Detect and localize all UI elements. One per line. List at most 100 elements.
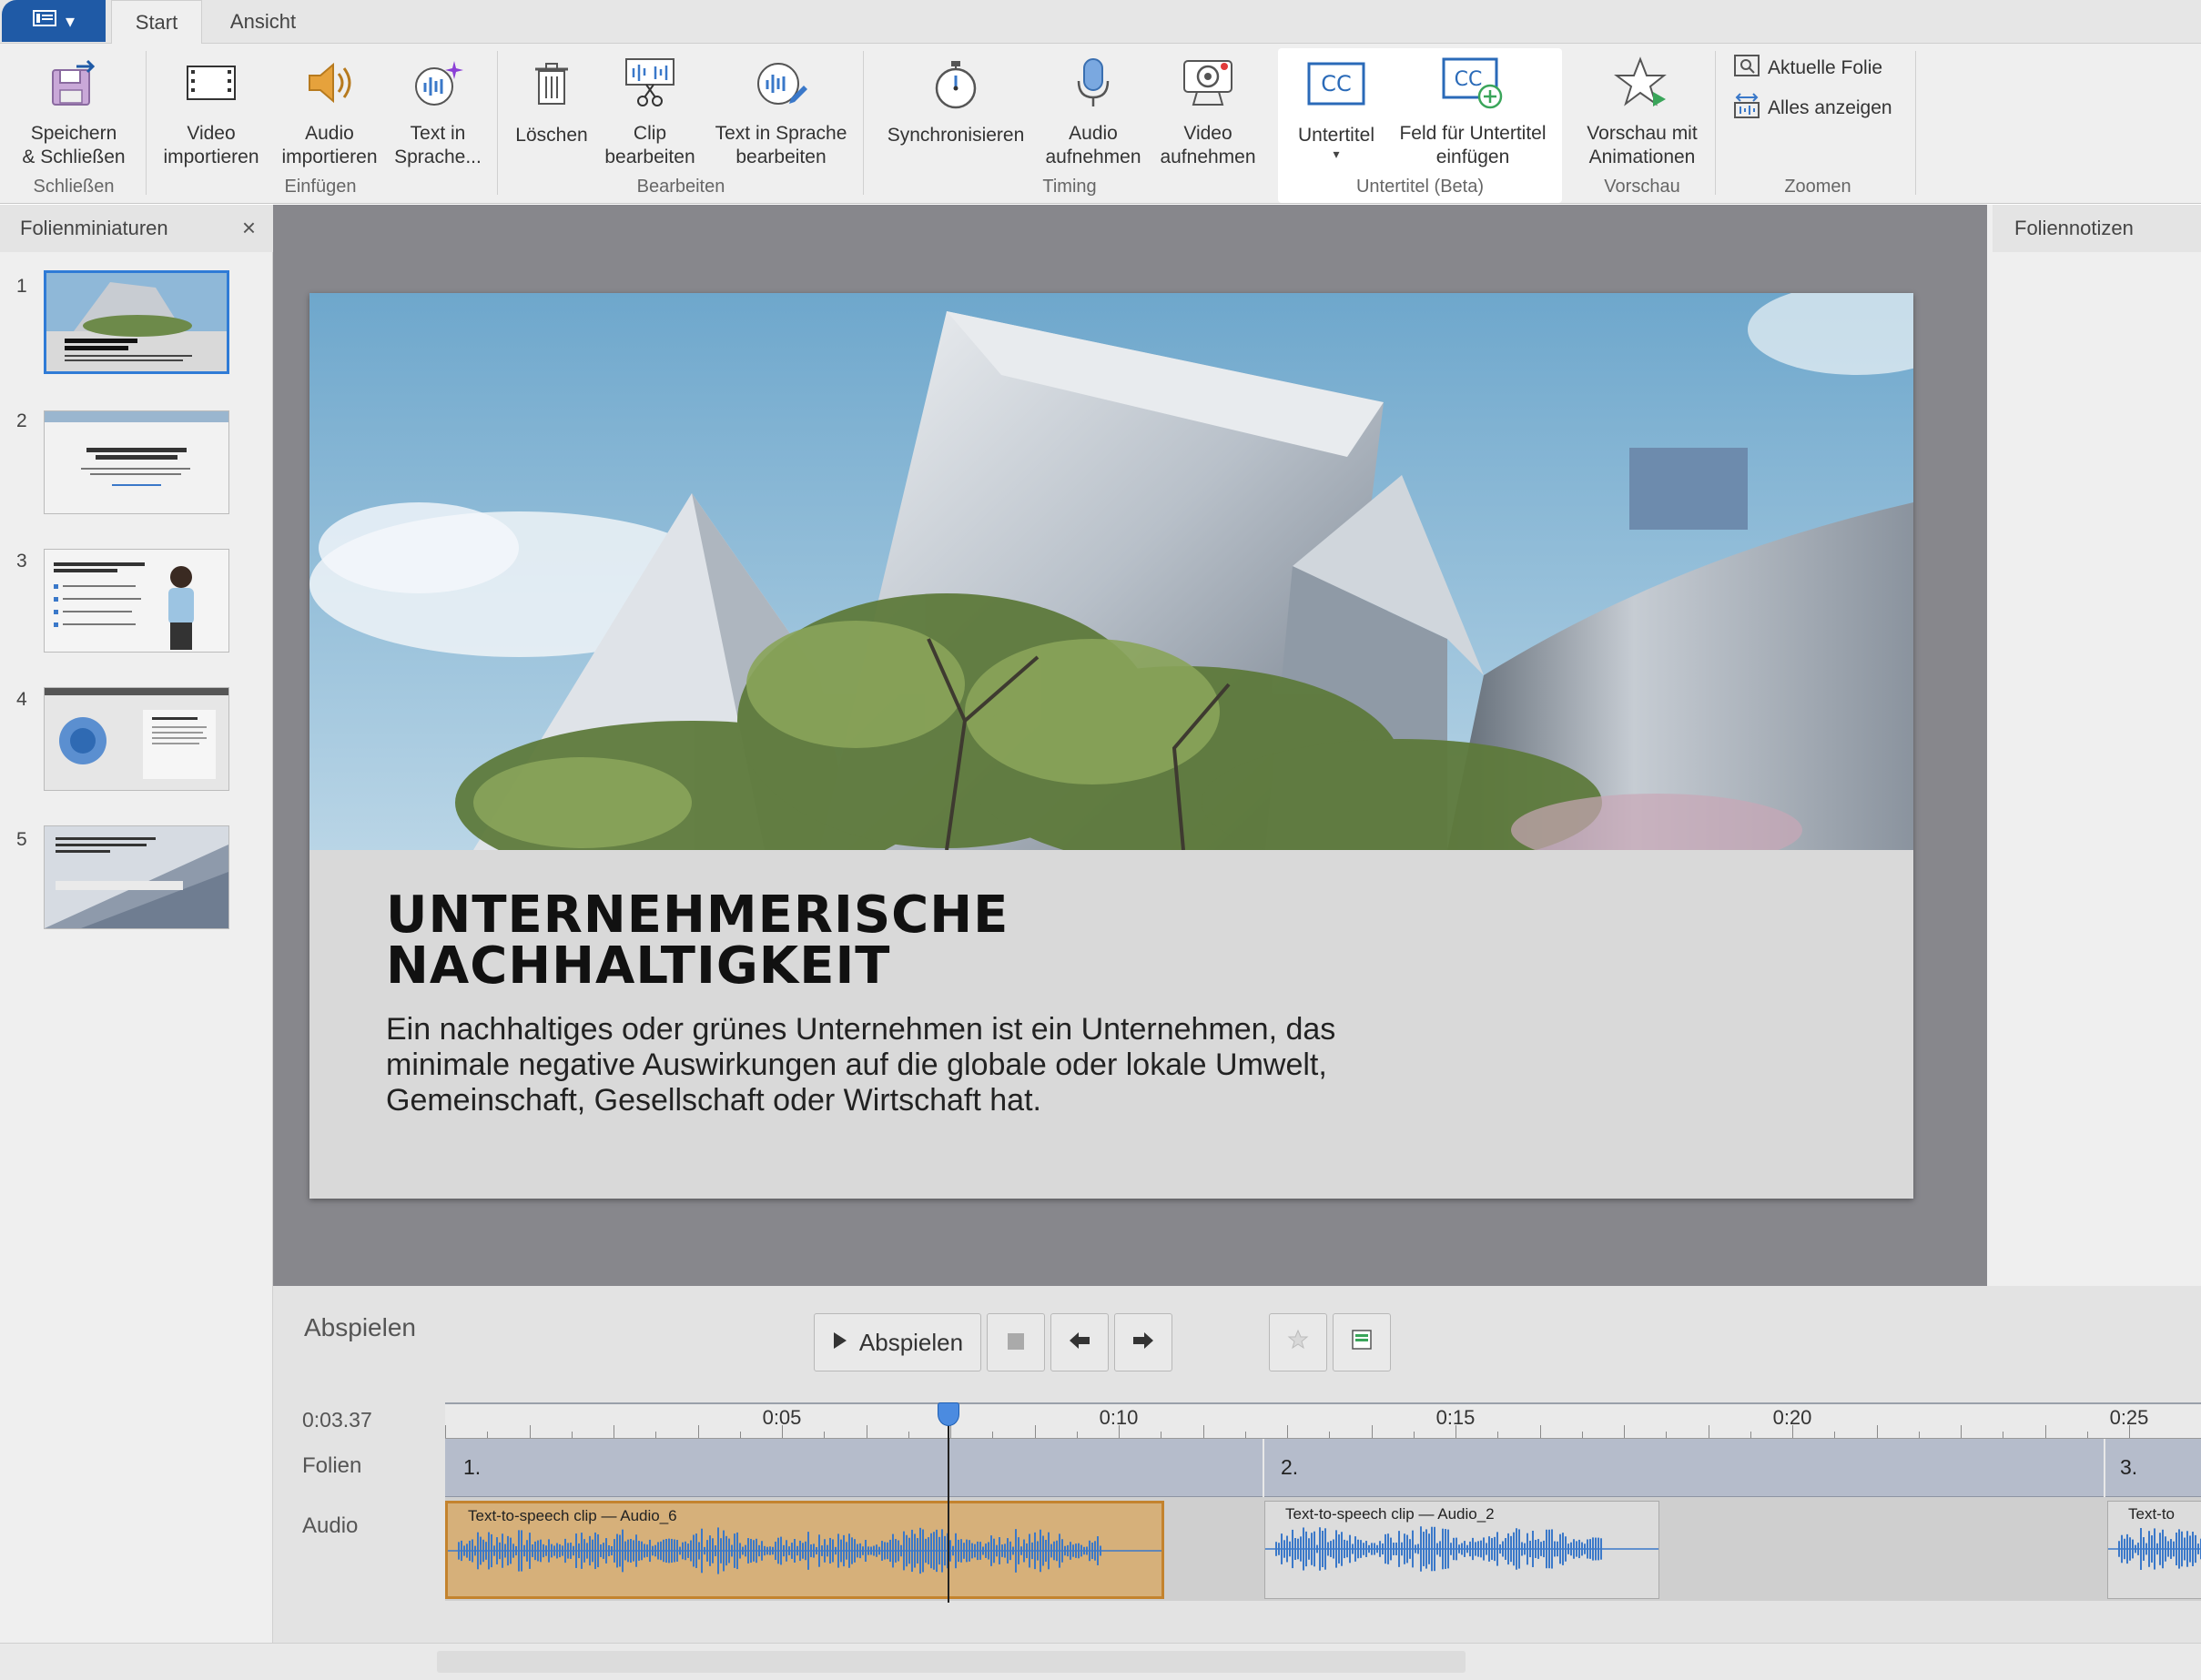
ruler-tick — [571, 1432, 573, 1438]
edit-clip-button[interactable]: Clip bearbeiten — [597, 44, 703, 169]
ruler-tick — [1834, 1432, 1836, 1438]
stop-icon — [1007, 1329, 1025, 1357]
save-close-label: Speichern & Schließen — [22, 123, 126, 167]
next-button[interactable] — [1114, 1313, 1172, 1371]
playhead[interactable] — [948, 1412, 949, 1603]
thumbnail-slide-4[interactable] — [44, 687, 229, 791]
thumbnails-title: Folienminiaturen — [20, 217, 168, 239]
group-divider — [1715, 51, 1716, 195]
audio-clip-1[interactable]: Text-to-speech clip — Audio_6 — [445, 1501, 1164, 1599]
insert-subtitle-field-button[interactable]: CC Feld für Untertitel einfügen — [1387, 44, 1558, 169]
notes-title: Foliennotizen — [2014, 217, 2134, 239]
segment-divider[interactable] — [2104, 1439, 2105, 1497]
chevron-down-icon[interactable]: ▾ — [1333, 147, 1339, 160]
save-close-button[interactable]: Speichern & Schließen — [9, 44, 138, 169]
thumbnail-number: 4 — [16, 689, 27, 710]
video-import-button[interactable]: Video importieren — [153, 44, 269, 169]
app-menu-button[interactable]: ▾ — [2, 0, 106, 42]
tab-start[interactable]: Start — [111, 0, 202, 44]
slide-canvas: UNTERNEHMERISCHE NACHHALTIGKEIT Ein nach… — [273, 205, 1987, 1286]
ruler-tick — [1539, 1425, 1541, 1438]
thumbnail-slide-3[interactable] — [44, 549, 229, 653]
audio-clip-2[interactable]: Text-to-speech clip — Audio_2 — [1264, 1501, 1659, 1599]
previous-button[interactable] — [1050, 1313, 1109, 1371]
group-divider — [497, 51, 498, 195]
slide-segment-3[interactable]: 3. — [2120, 1455, 2137, 1480]
clip-name: Text-to-speech clip — Audio_6 — [468, 1507, 677, 1524]
close-icon[interactable]: × — [242, 214, 256, 242]
ruler-tick — [697, 1425, 699, 1438]
ruler-tick — [1876, 1425, 1878, 1438]
sync-label: Synchronisieren — [887, 125, 1025, 146]
group-divider — [863, 51, 864, 195]
thumbnail-number: 2 — [16, 410, 27, 431]
slide-segment-2[interactable]: 2. — [1281, 1455, 1298, 1480]
ribbon-tabstrip: ▾ Start Ansicht — [0, 0, 2201, 44]
segment-divider[interactable] — [1263, 1439, 1264, 1497]
slide[interactable]: UNTERNEHMERISCHE NACHHALTIGKEIT Ein nach… — [309, 293, 1913, 1199]
microphone-icon — [1073, 44, 1113, 122]
current-slide-button[interactable]: Aktuelle Folie — [1733, 53, 1882, 84]
stop-button[interactable] — [987, 1313, 1045, 1371]
audio-import-label: Audio importieren — [281, 123, 378, 167]
time-ruler[interactable]: 0:05 0:10 0:15 0:20 0:25 — [445, 1402, 2201, 1439]
slide-notes-panel[interactable]: Foliennotizen — [1987, 205, 2201, 1286]
slide-thumbnails-panel: Folienminiaturen × 1 2 3 4 5 — [0, 205, 273, 1643]
show-all-button[interactable]: Alles anzeigen — [1733, 93, 1892, 124]
ruler-tick — [529, 1425, 531, 1438]
group-label-subtitles: Untertitel (Beta) — [1355, 177, 1485, 197]
svg-text:CC: CC — [1455, 68, 1483, 91]
trash-icon — [532, 44, 572, 124]
record-audio-button[interactable]: Audio aufnehmen — [1038, 44, 1149, 169]
ruler-tick — [1750, 1432, 1751, 1438]
edit-tts-button[interactable]: Text in Sprache bearbeiten — [706, 44, 856, 169]
speech-edit-icon — [753, 44, 809, 122]
play-button[interactable]: Abspielen — [814, 1313, 981, 1371]
horizontal-scrollbar[interactable] — [437, 1651, 1466, 1673]
ruler-tick — [1497, 1432, 1499, 1438]
preview-animations-button[interactable]: Vorschau mit Animationen — [1577, 44, 1708, 169]
tab-view[interactable]: Ansicht — [208, 0, 319, 44]
arrow-right-icon — [1131, 1329, 1155, 1357]
delete-button[interactable]: Löschen — [506, 44, 597, 169]
thumbnails-header: Folienminiaturen — [0, 205, 273, 252]
ruler-tick — [1119, 1425, 1120, 1438]
text-to-speech-label: Text in Sprache... — [394, 123, 482, 167]
animation-marker-button[interactable] — [1269, 1313, 1327, 1371]
ruler-tick — [1202, 1425, 1204, 1438]
ruler-tick — [908, 1432, 909, 1438]
ruler-tick — [950, 1425, 951, 1438]
timeline-panel: Abspielen Abspielen 0:03.37 Folien Audio… — [273, 1286, 2201, 1643]
ruler-tick — [1624, 1425, 1625, 1438]
thumbnail-slide-2[interactable] — [44, 410, 229, 514]
ruler-tick — [1581, 1432, 1583, 1438]
thumbnail-number: 1 — [16, 276, 27, 297]
subtitles-button[interactable]: CC Untertitel ▾ — [1287, 44, 1385, 169]
playhead-handle[interactable] — [938, 1402, 959, 1426]
thumbnail-slide-1[interactable] — [44, 270, 229, 374]
thumbnail-number: 3 — [16, 551, 27, 572]
notes-header: Foliennotizen — [1993, 205, 2201, 252]
slide-segment-1[interactable]: 1. — [463, 1455, 481, 1480]
audio-import-button[interactable]: Audio importieren — [271, 44, 388, 169]
speech-sparkle-icon — [411, 44, 465, 122]
subtitle-box-icon — [1351, 1329, 1373, 1357]
ruler-tick — [2129, 1425, 2130, 1438]
sync-button[interactable]: Synchronisieren — [876, 44, 1036, 169]
group-label-preview: Vorschau — [1604, 177, 1680, 197]
ruler-tick — [782, 1425, 783, 1438]
edit-clip-label: Clip bearbeiten — [604, 123, 695, 167]
thumbnail-slide-5[interactable] — [44, 825, 229, 929]
slide-body-text[interactable]: Ein nachhaltiges oder grünes Unternehmen… — [386, 1012, 1424, 1118]
speaker-icon — [302, 44, 357, 122]
group-label-close: Schließen — [33, 177, 115, 197]
current-slide-label: Aktuelle Folie — [1768, 57, 1883, 78]
text-to-speech-button[interactable]: Text in Sprache... — [388, 44, 488, 169]
slide-title[interactable]: UNTERNEHMERISCHE NACHHALTIGKEIT — [386, 890, 1009, 992]
video-import-label: Video importieren — [163, 123, 259, 167]
clip-name: Text-to — [2128, 1505, 2176, 1523]
record-video-button[interactable]: Video aufnehmen — [1152, 44, 1263, 169]
subtitle-marker-button[interactable] — [1333, 1313, 1391, 1371]
audio-clip-3[interactable]: Text-to — [2107, 1501, 2201, 1599]
star-icon — [1613, 44, 1671, 122]
